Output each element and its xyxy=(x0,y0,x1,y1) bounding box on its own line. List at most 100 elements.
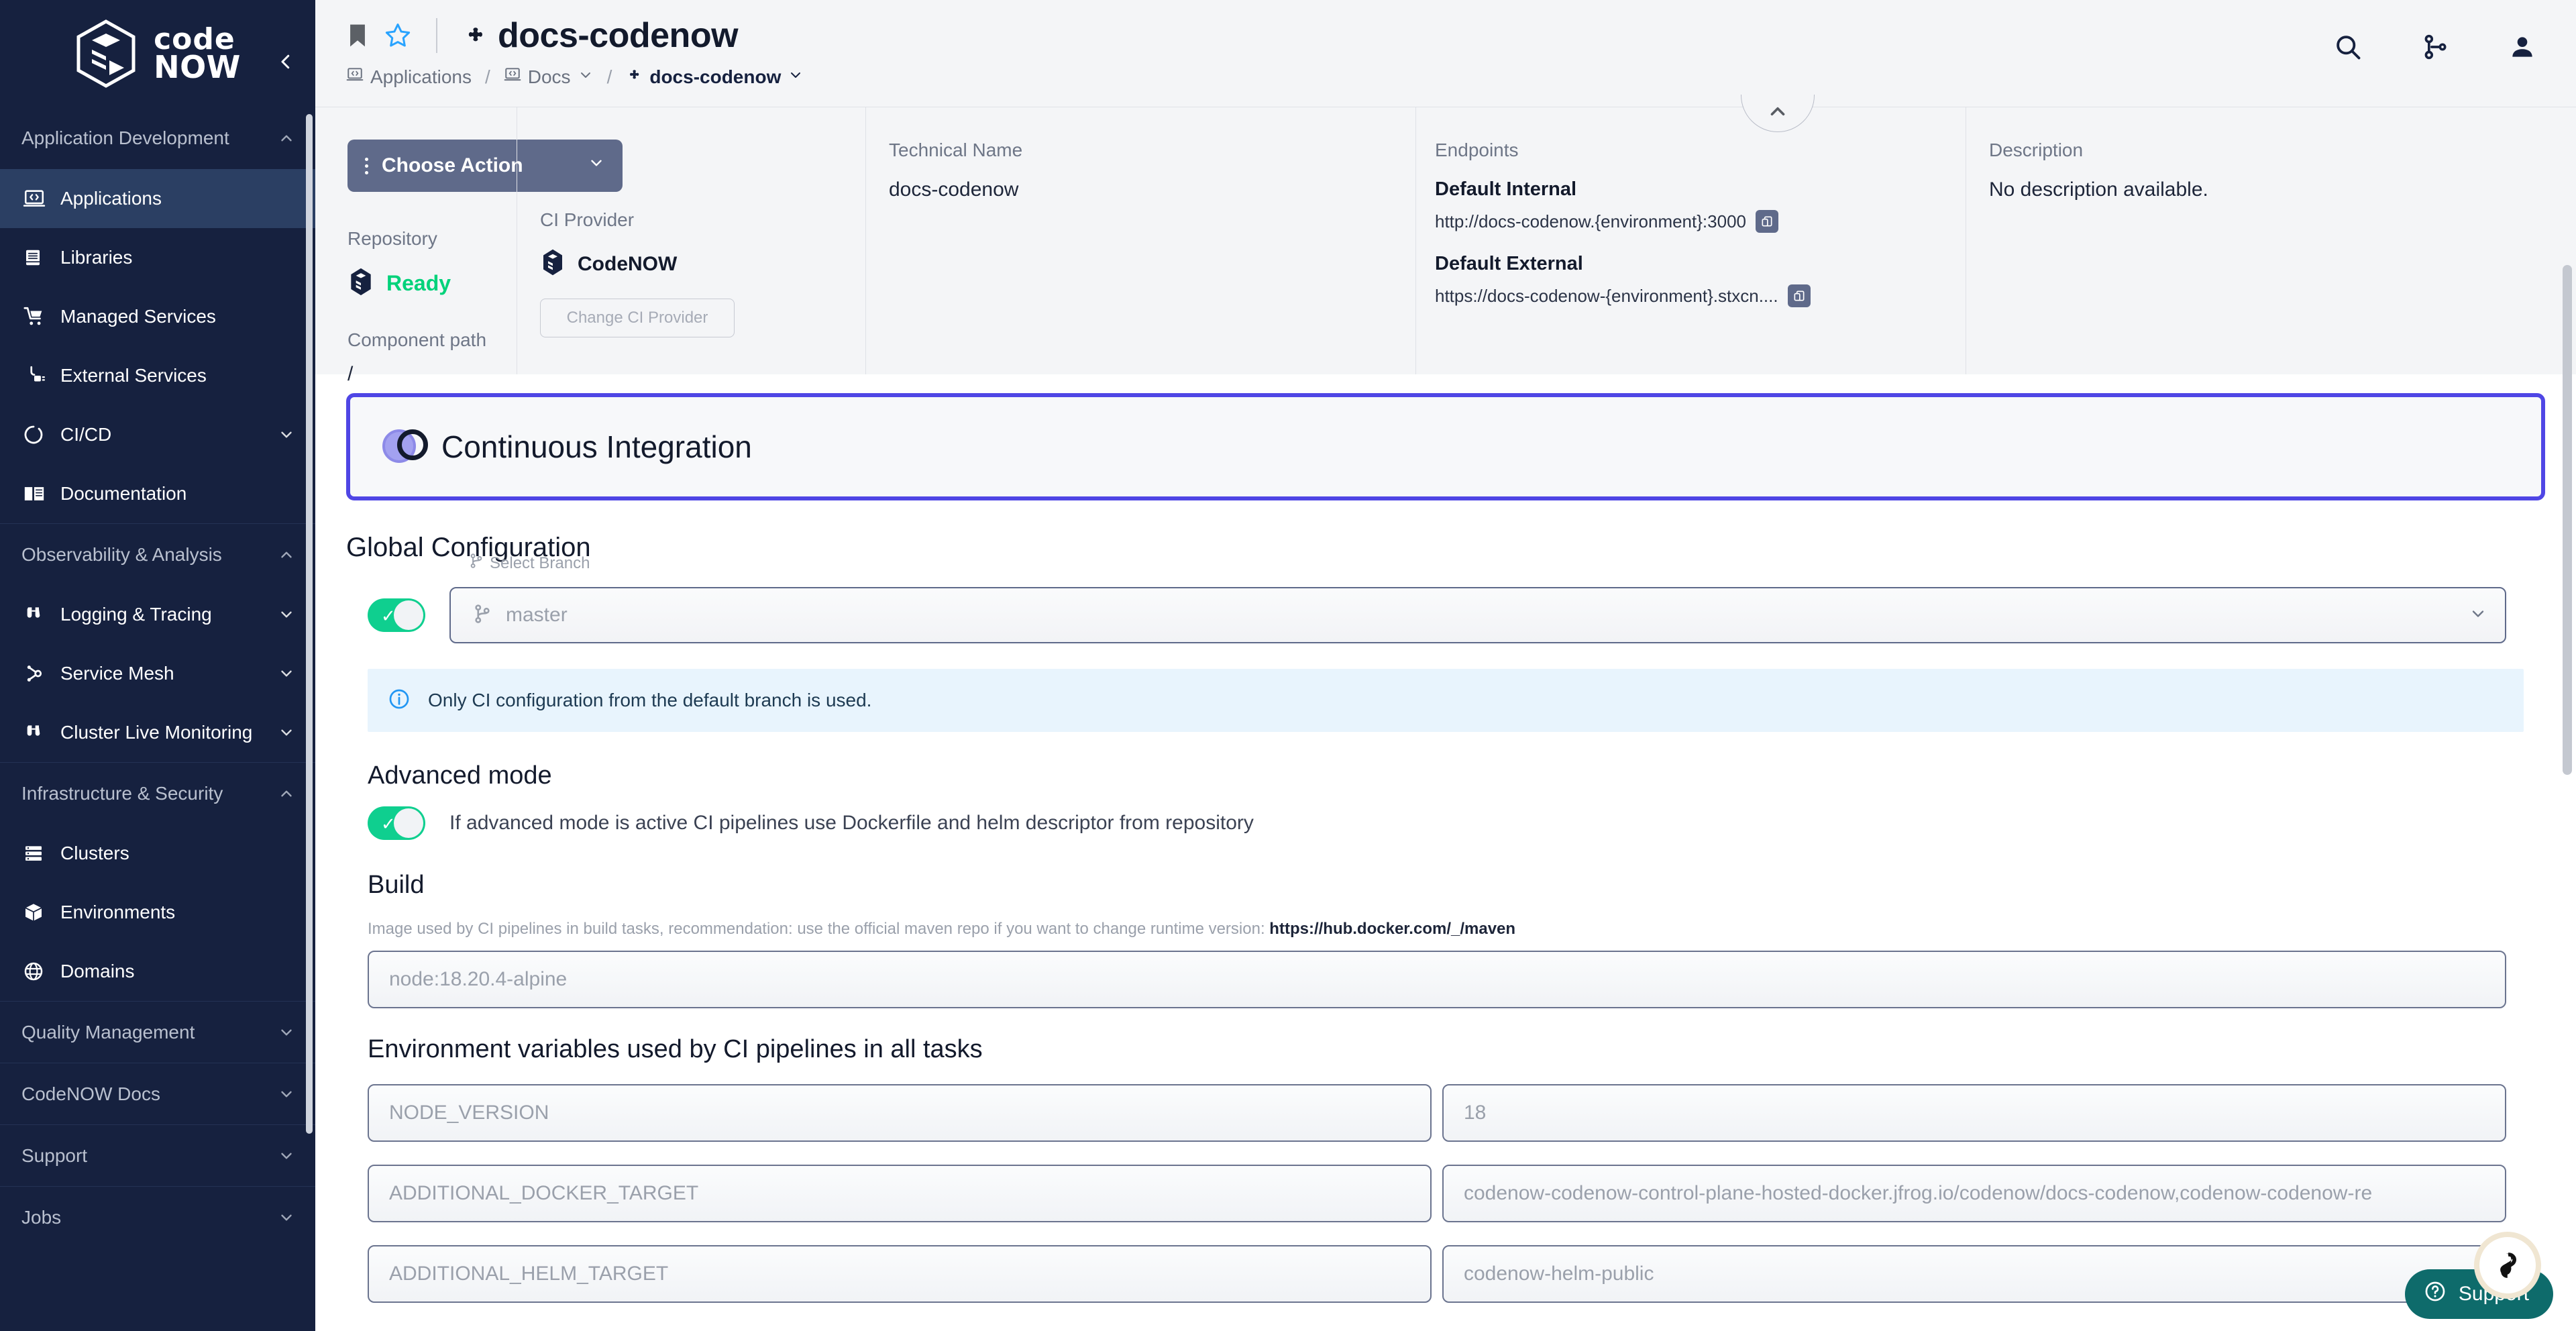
sidebar-group-label: Support xyxy=(21,1144,88,1166)
select-branch-value: master xyxy=(506,604,568,626)
main-scrollbar[interactable] xyxy=(2563,265,2572,1312)
endpoint-name: Default Internal xyxy=(1435,178,1577,200)
copy-icon[interactable] xyxy=(1787,284,1811,307)
cycle-icon xyxy=(23,424,60,445)
env-var-value-input[interactable]: codenow-codenow-control-plane-hosted-doc… xyxy=(1442,1165,2506,1222)
advanced-mode-heading: Advanced mode xyxy=(368,761,552,790)
breadcrumb-item-docs-codenow[interactable]: docs-codenow xyxy=(625,66,804,88)
endpoint-url-row: http://docs-codenow.{environment}:3000 xyxy=(1435,210,1966,233)
sidebar-group-application-development[interactable]: Application Development xyxy=(0,107,315,169)
page-title-wrap: docs-codenow xyxy=(462,15,739,56)
env-vars-heading: Environment variables used by CI pipelin… xyxy=(368,1035,983,1063)
breadcrumb: Applications / Docs / docs-codenow xyxy=(346,59,804,88)
chevron-up-icon xyxy=(278,785,295,802)
sidebar-item-clusters[interactable]: Clusters xyxy=(0,824,315,883)
change-ci-provider-button[interactable]: Change CI Provider xyxy=(540,299,735,337)
sidebar-logo[interactable]: code NOW xyxy=(0,0,315,107)
env-var-key-input[interactable]: ADDITIONAL_DOCKER_TARGET xyxy=(368,1165,1432,1222)
env-var-value: codenow-helm-public xyxy=(1464,1263,1654,1285)
component-path-label: Component path xyxy=(347,329,487,350)
continuous-integration-banner[interactable]: Continuous Integration xyxy=(346,393,2545,500)
ci-provider-label: CI Provider xyxy=(540,209,635,230)
sidebar-item-libraries[interactable]: Libraries xyxy=(0,228,315,287)
info-col-actions: Choose Action Repository Ready Component… xyxy=(315,107,623,385)
env-var-key-input[interactable]: NODE_VERSION xyxy=(368,1084,1432,1142)
sidebar-item-label: Domains xyxy=(60,961,135,981)
sidebar-item-external-services[interactable]: External Services xyxy=(0,346,315,405)
breadcrumb-label: Applications xyxy=(370,66,472,87)
sidebar-group-quality-management[interactable]: Quality Management xyxy=(0,1001,315,1063)
env-var-value: codenow-codenow-control-plane-hosted-doc… xyxy=(1464,1182,2373,1204)
ci-provider-value-row: CodeNOW xyxy=(540,248,865,280)
globe-icon xyxy=(23,961,60,982)
more-options-icon xyxy=(365,157,368,174)
sidebar-group-infrastructure-security[interactable]: Infrastructure & Security xyxy=(0,762,315,824)
chevron-down-icon xyxy=(278,426,295,443)
sidebar-item-applications[interactable]: Applications xyxy=(0,169,315,228)
topbar: docs-codenow Applications / Docs / docs-… xyxy=(315,0,2576,107)
sidebar-item-logging-tracing[interactable]: Logging & Tracing xyxy=(0,585,315,644)
global-configuration-toggle[interactable]: ✓ xyxy=(368,598,425,632)
search-icon[interactable] xyxy=(2333,32,2363,62)
build-image-input[interactable]: node:18.20.4-alpine xyxy=(368,951,2506,1008)
repository-status: Ready xyxy=(347,267,517,300)
sidebar-item-domains[interactable]: Domains xyxy=(0,942,315,1001)
sidebar-item-service-mesh[interactable]: Service Mesh xyxy=(0,644,315,703)
cart-icon xyxy=(23,305,60,328)
info-circle-icon xyxy=(388,688,411,714)
sidebar-item-managed-services[interactable]: Managed Services xyxy=(0,287,315,346)
env-var-value-input[interactable]: codenow-helm-public xyxy=(1442,1245,2506,1303)
breadcrumb-item-docs[interactable]: Docs xyxy=(504,66,594,88)
sidebar-item-documentation[interactable]: Documentation xyxy=(0,464,315,523)
env-var-value-input[interactable]: 18 xyxy=(1442,1084,2506,1142)
sidebar-group-jobs[interactable]: Jobs xyxy=(0,1186,315,1248)
env-var-key: ADDITIONAL_DOCKER_TARGET xyxy=(389,1182,699,1204)
select-branch-label: Select Branch xyxy=(490,553,590,572)
sidebar-item-label: Libraries xyxy=(60,247,133,268)
endpoints-label: Endpoints xyxy=(1435,140,1519,160)
sidebar-group-observability-analysis[interactable]: Observability & Analysis xyxy=(0,523,315,585)
book-icon xyxy=(23,246,60,269)
topbar-actions xyxy=(2333,32,2537,62)
sidebar-item-environments[interactable]: Environments xyxy=(0,883,315,942)
sidebar-group-codenow-docs[interactable]: CodeNOW Docs xyxy=(0,1063,315,1124)
breadcrumb-separator: / xyxy=(484,66,490,87)
mesh-icon xyxy=(23,663,60,684)
branch-icon xyxy=(470,553,483,573)
user-account-icon[interactable] xyxy=(2508,32,2537,62)
star-outline-icon[interactable] xyxy=(384,21,412,50)
env-var-key-input[interactable]: ADDITIONAL_HELM_TARGET xyxy=(368,1245,1432,1303)
copy-icon[interactable] xyxy=(1756,210,1778,233)
info-col-technical-name: Technical Name docs-codenow xyxy=(865,107,1415,374)
sidebar-collapse-button[interactable] xyxy=(272,48,299,75)
sidebar-scrollbar[interactable] xyxy=(306,107,313,1234)
select-branch-dropdown[interactable]: master xyxy=(449,587,2506,643)
chevron-down-icon[interactable] xyxy=(788,66,804,88)
env-var-key: ADDITIONAL_HELM_TARGET xyxy=(389,1263,669,1285)
env-var-key: NODE_VERSION xyxy=(389,1102,549,1124)
chevron-up-icon xyxy=(278,129,295,147)
sidebar-item-label: Environments xyxy=(60,902,176,922)
sidebar-item-label: Managed Services xyxy=(60,306,216,327)
sidebar-item-ci-cd[interactable]: CI/CD xyxy=(0,405,315,464)
build-image-hint-text: Image used by CI pipelines in build task… xyxy=(368,920,1265,938)
description-value: No description available. xyxy=(1989,178,2208,201)
breadcrumb-item-applications[interactable]: Applications xyxy=(346,66,472,88)
agent-avatar-icon[interactable] xyxy=(2474,1232,2541,1299)
advanced-mode-toggle[interactable]: ✓ xyxy=(368,806,425,840)
sidebar-item-label: CI/CD xyxy=(60,424,112,445)
pipeline-icon[interactable] xyxy=(2420,32,2450,62)
maven-docker-hub-link[interactable]: https://hub.docker.com/_/maven xyxy=(1269,920,1515,938)
advanced-mode-row: ✓ If advanced mode is active CI pipeline… xyxy=(346,806,2545,840)
sidebar-item-label: Documentation xyxy=(60,483,187,504)
sidebar-group-label: Observability & Analysis xyxy=(21,543,222,565)
sidebar-item-cluster-live-monitoring[interactable]: Cluster Live Monitoring xyxy=(0,703,315,762)
default-branch-alert: Only CI configuration from the default b… xyxy=(368,669,2524,732)
brand-wordmark: code NOW xyxy=(154,24,241,83)
sidebar-group-support[interactable]: Support xyxy=(0,1124,315,1186)
chevron-down-icon[interactable] xyxy=(578,66,594,88)
codenow-repo-icon xyxy=(347,267,374,300)
sidebar-group-label: Infrastructure & Security xyxy=(21,782,223,804)
bookmark-icon[interactable] xyxy=(346,22,369,49)
build-image-hint: Image used by CI pipelines in build task… xyxy=(368,920,2545,939)
